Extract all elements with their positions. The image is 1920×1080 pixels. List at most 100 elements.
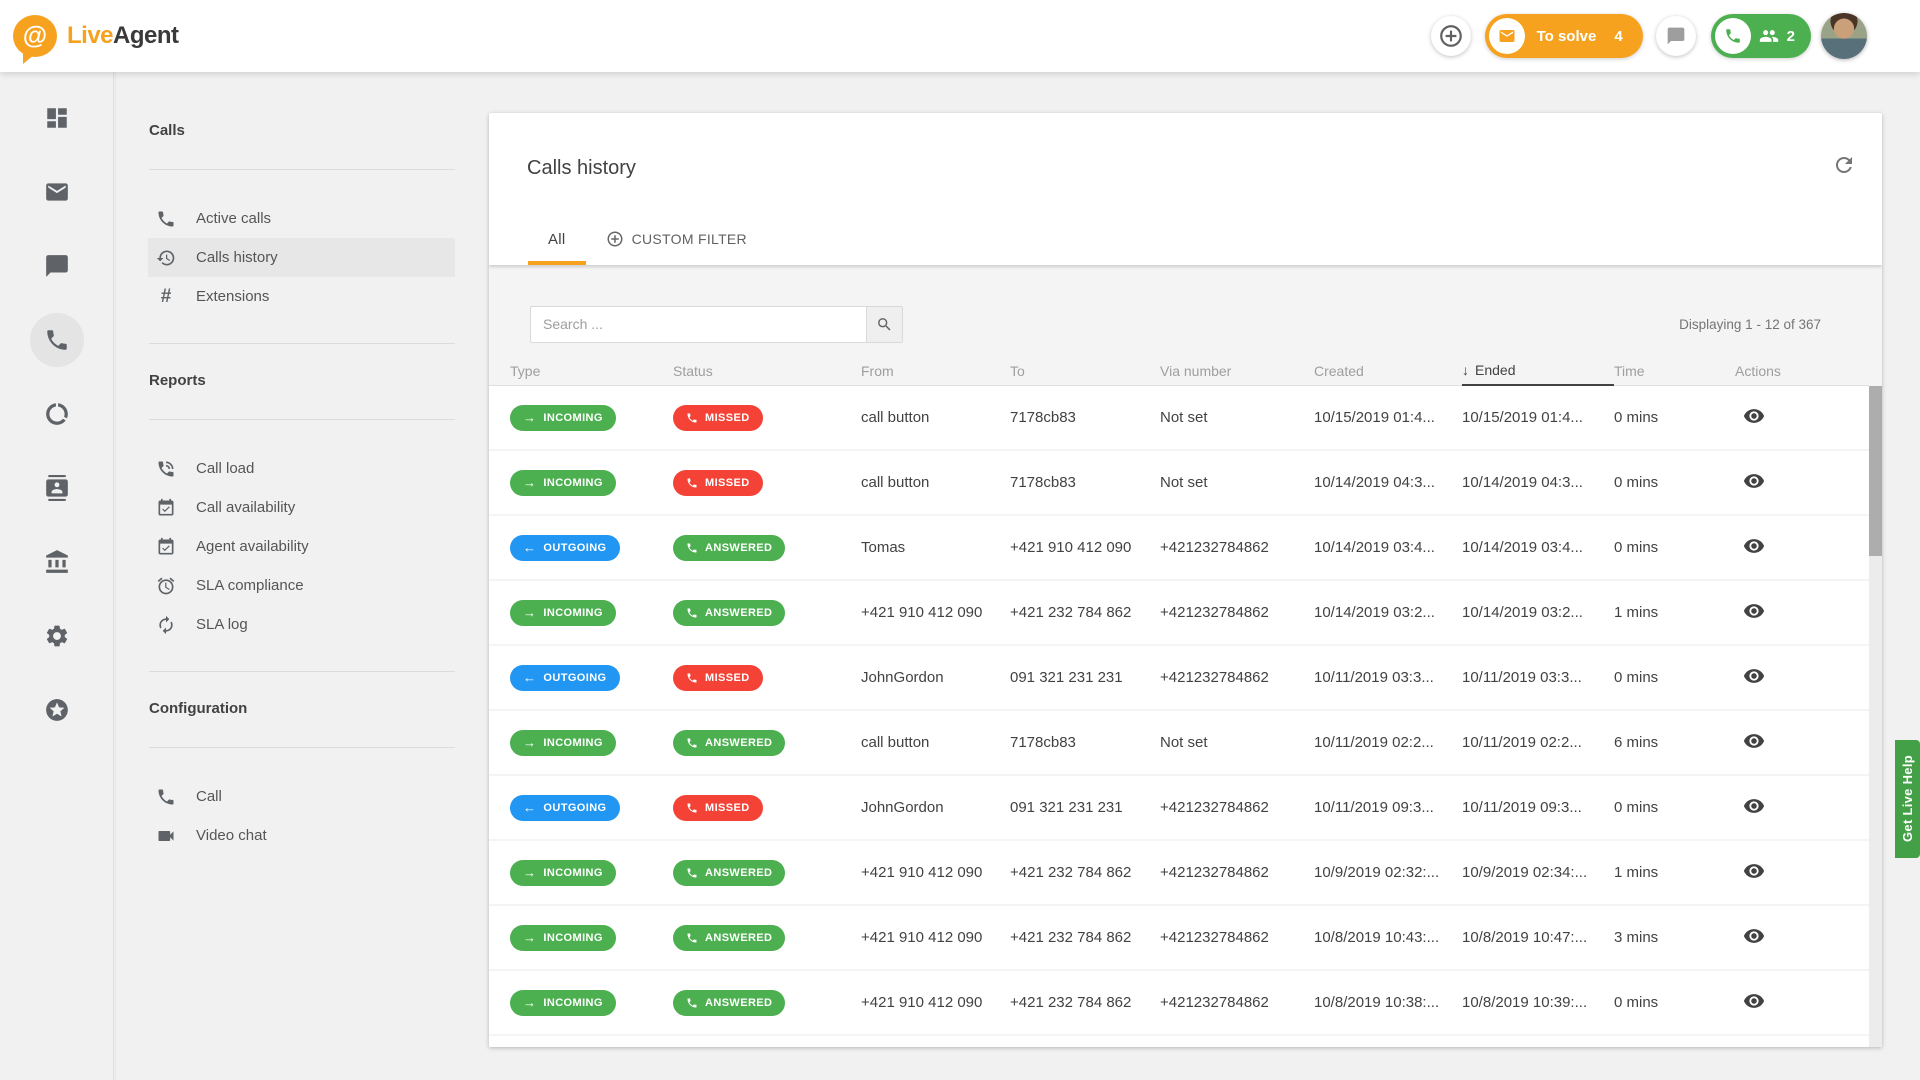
rail-item-dashboard[interactable] — [30, 91, 84, 145]
sidebar-item-video-chat[interactable]: Video chat — [148, 816, 455, 855]
scrollbar-thumb[interactable] — [1869, 386, 1882, 556]
ended-cell: 10/11/2019 02:2... — [1462, 734, 1614, 751]
sidebar-item-sla-log[interactable]: SLA log — [148, 605, 455, 644]
search-input[interactable] — [530, 306, 866, 343]
column-header-from[interactable]: From — [861, 356, 1010, 385]
via-number-cell: +421232784862 — [1160, 539, 1314, 556]
view-call-button[interactable] — [1735, 925, 1765, 947]
via-number-cell: +421232784862 — [1160, 799, 1314, 816]
column-header-to[interactable]: To — [1010, 356, 1160, 385]
view-call-button[interactable] — [1735, 535, 1765, 557]
eye-icon — [1743, 535, 1765, 557]
sidebar-item-calls-history[interactable]: Calls history — [148, 238, 455, 277]
view-call-button[interactable] — [1735, 470, 1765, 492]
agents-online-button[interactable]: 2 — [1711, 14, 1811, 58]
view-call-button[interactable] — [1735, 405, 1765, 427]
phone-icon — [686, 737, 698, 749]
rail-item-gamification[interactable] — [30, 683, 84, 737]
table-toolbar: Displaying 1 - 12 of 367 — [489, 265, 1882, 356]
call-type-badge: ←OUTGOING — [510, 535, 620, 561]
filter-tabs: All CUSTOM FILTER — [528, 217, 767, 265]
call-status-badge: ANSWERED — [673, 990, 785, 1016]
table-row: →INCOMINGANSWERED+421 910 412 090+421 23… — [489, 841, 1869, 904]
column-header-type[interactable]: Type — [510, 356, 673, 385]
chats-button[interactable] — [1656, 16, 1696, 56]
arrow-right-icon: → — [523, 931, 536, 944]
call-type-badge: ←OUTGOING — [510, 795, 620, 821]
logo-at-glyph: @ — [23, 22, 47, 51]
view-call-button[interactable] — [1735, 795, 1765, 817]
from-cell: +421 910 412 090 — [861, 604, 1010, 621]
sidebar-item-label: SLA log — [196, 616, 248, 633]
arrow-left-icon: ← — [523, 671, 536, 684]
call-type-badge: ←OUTGOING — [510, 665, 620, 691]
plus-circle-icon — [1438, 23, 1464, 49]
rail-item-reports[interactable] — [30, 387, 84, 441]
avatar[interactable] — [1821, 13, 1867, 59]
contacts-icon — [44, 475, 70, 501]
rail-item-tickets[interactable] — [30, 165, 84, 219]
column-label: Actions — [1735, 363, 1781, 379]
sidebar-item-sla-compliance[interactable]: SLA compliance — [148, 566, 455, 605]
call-status-badge: ANSWERED — [673, 535, 785, 561]
to-solve-count: 4 — [1614, 28, 1622, 45]
to-solve-button[interactable]: To solve 4 — [1485, 14, 1643, 58]
rail-item-company[interactable] — [30, 535, 84, 589]
view-call-button[interactable] — [1735, 860, 1765, 882]
search-button[interactable] — [866, 306, 903, 343]
eye-icon — [1743, 470, 1765, 492]
rail-item-settings[interactable] — [30, 609, 84, 663]
created-cell: 10/14/2019 03:4... — [1314, 539, 1462, 556]
people-icon — [1759, 26, 1779, 46]
column-label: Ended — [1475, 362, 1515, 378]
column-header-time[interactable]: Time — [1614, 356, 1735, 385]
view-call-button[interactable] — [1735, 730, 1765, 752]
rail-item-contacts[interactable] — [30, 461, 84, 515]
table-row-partial — [489, 1036, 1869, 1047]
nav-divider — [149, 169, 455, 170]
via-number-cell: Not set — [1160, 409, 1314, 426]
sidebar-item-call-availability[interactable]: Call availability — [148, 488, 455, 527]
created-cell: 10/11/2019 03:3... — [1314, 669, 1462, 686]
tab-custom-filter[interactable]: CUSTOM FILTER — [586, 217, 767, 265]
sidebar-item-active-calls[interactable]: Active calls — [148, 199, 455, 238]
to-cell: +421 910 412 090 — [1010, 539, 1160, 556]
column-header-actions[interactable]: Actions — [1735, 356, 1869, 385]
view-call-button[interactable] — [1735, 990, 1765, 1012]
plus-circle-icon — [606, 230, 624, 248]
rail-item-chats[interactable] — [30, 239, 84, 293]
time-cell: 0 mins — [1614, 669, 1735, 686]
ended-cell: 10/9/2019 02:34:... — [1462, 864, 1614, 881]
arrow-left-icon: ← — [523, 801, 536, 814]
sidebar-item-call[interactable]: Call — [148, 777, 455, 816]
tab-all[interactable]: All — [528, 217, 586, 265]
nav-items: Active callsCalls history#Extensions — [116, 199, 455, 316]
sidebar-item-call-load[interactable]: Call load — [148, 449, 455, 488]
sidebar-item-extensions[interactable]: #Extensions — [148, 277, 455, 316]
sidebar-item-agent-availability[interactable]: Agent availability — [148, 527, 455, 566]
refresh-button[interactable] — [1832, 153, 1856, 177]
to-solve-mail-circle — [1489, 18, 1525, 54]
tab-label: All — [548, 231, 566, 248]
created-cell: 10/8/2019 10:43:... — [1314, 929, 1462, 946]
column-header-created[interactable]: Created — [1314, 356, 1462, 385]
column-header-status[interactable]: Status — [673, 356, 861, 385]
rail-item-calls[interactable] — [30, 313, 84, 367]
time-cell: 3 mins — [1614, 929, 1735, 946]
search-box — [530, 306, 903, 343]
column-label: Time — [1614, 363, 1645, 379]
liveagent-logo[interactable]: @ LiveAgent — [13, 15, 179, 57]
column-header-ended[interactable]: ↓Ended — [1462, 357, 1614, 386]
from-cell: JohnGordon — [861, 669, 1010, 686]
view-call-button[interactable] — [1735, 665, 1765, 687]
chat-icon — [1666, 26, 1686, 46]
to-cell: 7178cb83 — [1010, 734, 1160, 751]
table-body: →INCOMINGMISSEDcall button7178cb83Not se… — [489, 386, 1882, 1047]
table-scrollbar[interactable] — [1869, 386, 1882, 1047]
get-live-help-button[interactable]: Get Live Help — [1895, 740, 1920, 858]
view-call-button[interactable] — [1735, 600, 1765, 622]
eye-icon — [1743, 795, 1765, 817]
from-cell: Tomas — [861, 539, 1010, 556]
column-header-via-number[interactable]: Via number — [1160, 356, 1314, 385]
add-button[interactable] — [1431, 16, 1471, 56]
